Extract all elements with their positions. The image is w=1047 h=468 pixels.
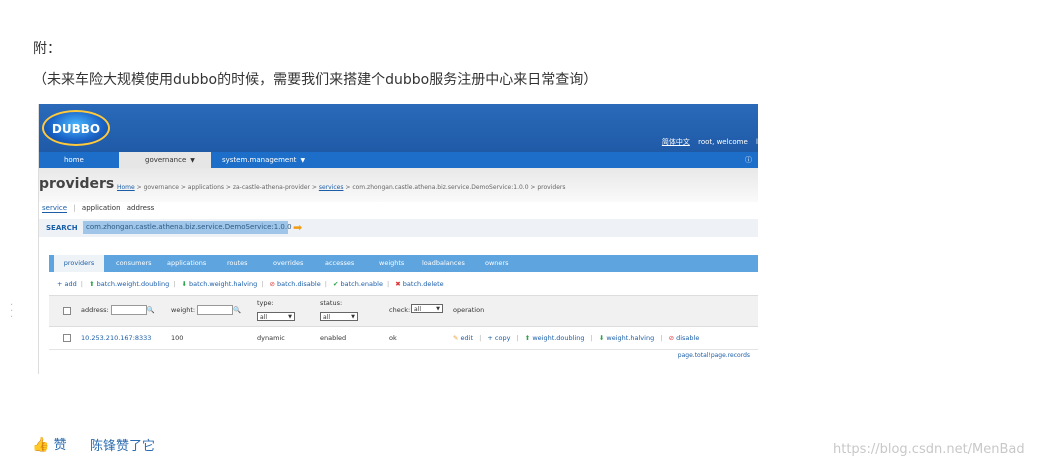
weight-input[interactable] [197,305,234,315]
search-input[interactable]: com.zhongan.castle.athena.biz.service.De… [83,221,292,234]
tab-weights[interactable]: weights [379,255,404,272]
breadcrumb-tail: > com.zhongan.castle.athena.biz.service.… [345,184,566,191]
header-links: 简体中文 root, welcome l [656,137,758,147]
row-check: ok [389,334,397,342]
watermark: https://blog.csdn.net/MenBad [833,442,1025,457]
row-status: enabled [320,334,347,342]
chevron-down-icon: ▼ [190,157,195,164]
tab-accesses[interactable]: accesses [325,255,354,272]
check-icon: ✔ [332,280,339,288]
address-label: address: [81,306,109,314]
like-button[interactable]: 👍 赞 [32,434,67,453]
address-input[interactable] [110,305,147,315]
status-select[interactable]: all ▼ [320,312,358,321]
dubbo-admin-screenshot: DUBBO 简体中文 root, welcome l home governan… [38,104,758,374]
dubbo-logo: DUBBO [42,110,110,146]
row-type: dynamic [257,334,285,342]
arrow-down-icon: ⬇ [598,334,605,342]
arrow-right-icon[interactable]: ➡ [293,221,311,234]
menu-system-management[interactable]: system.management ▼ [222,152,305,168]
menu-help[interactable]: ⓘ h [745,152,758,180]
search-icon[interactable]: 🔍 [147,306,155,314]
main-menu: home governance▼ system.management▼ ⓘ h [39,152,758,180]
operation-label: operation [453,306,485,314]
breadcrumb: Home > governance > applications > za-ca… [117,184,566,191]
breadcrumb-services[interactable]: services [319,184,344,191]
arrow-down-icon: ⬇ [181,280,187,288]
chevron-down-icon: ▼ [300,157,306,164]
help-icon: ⓘ [745,156,752,164]
header-extra[interactable]: l [756,138,758,146]
check-select[interactable]: all ▼ [411,304,443,313]
copy-button[interactable]: + copy [487,334,510,342]
search-label: SEARCH [46,224,78,232]
weight-halving-button[interactable]: ⬇ weight.halving [599,334,654,342]
weight-label: weight: [171,306,196,314]
ban-icon: ⊘ [269,280,275,288]
providers-table: address: 🔍 weight: 🔍 type: all ▼ status: … [49,295,758,350]
plus-icon: + [57,280,63,288]
tab-providers[interactable]: providers [54,255,104,272]
ban-icon: ⊘ [668,334,675,342]
tab-routes[interactable]: routes [227,255,248,272]
article-line-2: （未来车险大规模使用dubbo的时候，需要我们来搭建个dubbo服务注册中心来日… [33,72,598,88]
dubbo-header: DUBBO 简体中文 root, welcome l [39,104,758,152]
batch-enable-button[interactable]: ✔ batch.enable [333,280,383,288]
menu-governance[interactable]: governance ▼ [119,152,211,168]
tab-service[interactable]: service [42,204,68,213]
tab-applications[interactable]: applications [167,255,206,272]
table-header: address: 🔍 weight: 🔍 type: all ▼ status: … [49,295,758,327]
search-row: SEARCH com.zhongan.castle.athena.biz.ser… [39,219,758,237]
row-checkbox[interactable] [63,334,71,342]
disable-button[interactable]: ⊘ disable [669,334,700,342]
add-button[interactable]: + add [57,280,77,288]
tab-owners[interactable]: owners [485,255,508,272]
thumbs-up-icon: 👍 [32,437,50,453]
breadcrumb-home[interactable]: Home [117,184,135,191]
menu-home[interactable]: home [64,152,84,168]
article-line-1: 附： [33,41,61,57]
liker-text[interactable]: 陈锋赞了它 [90,435,155,454]
row-address[interactable]: 10.253.210.167:8333 [81,334,151,342]
language-link[interactable]: 简体中文 [662,138,690,146]
check-label: check: [389,306,411,314]
delete-icon: ✖ [395,280,401,288]
tab-consumers[interactable]: consumers [116,255,152,272]
like-label: 赞 [53,438,67,453]
pager[interactable]: page.total!page.records [678,352,750,359]
user-welcome: root, welcome [698,138,748,146]
batch-halving-button[interactable]: ⬇ batch.weight.halving [181,280,257,288]
table-row: 10.253.210.167:8333 100 dynamic enabled … [49,327,758,350]
breadcrumb-middle: > governance > applications > za-castle-… [136,184,317,191]
weight-filter: weight: 🔍 [171,305,241,315]
resource-tabs: providers consumers applications routes … [49,255,758,272]
pencil-icon: ✎ [453,334,459,342]
arrow-up-icon: ⬆ [89,280,95,288]
type-select[interactable]: all ▼ [257,312,295,321]
weight-doubling-button[interactable]: ⬆ weight.doubling [525,334,585,342]
row-weight: 100 [171,334,184,342]
batch-disable-button[interactable]: ⊘ batch.disable [270,280,321,288]
page-title: providers [39,176,115,192]
tab-loadbalances[interactable]: loadbalances [422,255,465,272]
select-all-checkbox[interactable] [63,307,71,315]
batch-actions: + add | ⬆ batch.weight.doubling | ⬇ batch.… [57,280,444,288]
arrow-up-icon: ⬆ [524,334,531,342]
plus-icon: + [487,334,493,342]
batch-doubling-button[interactable]: ⬆ batch.weight.doubling [89,280,169,288]
status-label: status: [320,299,343,307]
search-icon[interactable]: 🔍 [233,306,241,314]
edit-button[interactable]: ✎ edit [453,334,473,342]
batch-delete-button[interactable]: ✖ batch.delete [395,280,443,288]
tab-address[interactable]: address [127,204,155,212]
type-label: type: [257,299,274,307]
search-type-tabs: service | application address [42,204,155,213]
tab-application[interactable]: application [82,204,121,212]
address-filter: address: 🔍 [81,305,155,315]
row-operations: ✎ edit | + copy | ⬆ weight.doubling | ⬇ … [453,334,700,342]
tab-overrides[interactable]: overrides [273,255,303,272]
drag-handle[interactable]: · · · [10,301,14,323]
